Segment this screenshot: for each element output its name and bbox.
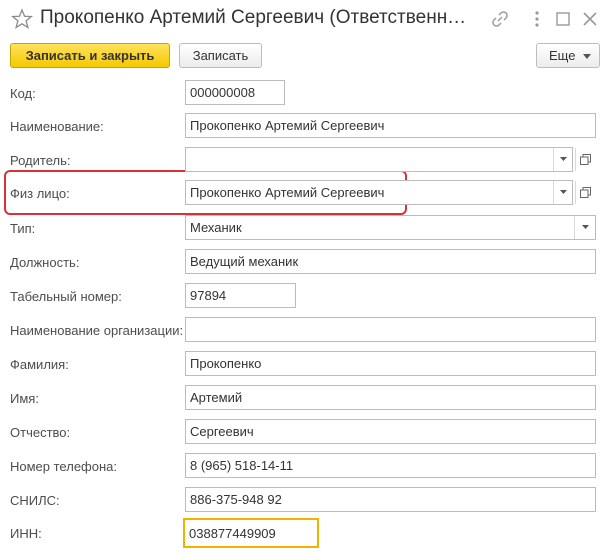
chevron-down-icon [559,157,567,161]
type-select[interactable]: Механик [185,215,596,240]
row-snils: СНИЛС: 886-375-948 92 [0,485,613,515]
favorite-star-icon[interactable] [11,8,33,30]
first-name-label: Имя: [10,391,39,406]
row-name: Наименование: Прокопенко Артемий Сергеев… [0,111,613,141]
patronymic-label: Отчество: [10,425,71,440]
row-org-name: Наименование организации: [0,315,613,345]
org-name-field[interactable] [185,317,596,342]
close-icon[interactable] [580,9,600,29]
position-label: Должность: [10,255,80,270]
tab-number-field[interactable]: 97894 [185,283,296,308]
more-button-label: Еще [549,48,576,63]
parent-field[interactable] [185,147,573,172]
more-actions-icon[interactable] [527,9,547,29]
save-and-close-button[interactable]: Записать и закрыть [10,43,170,68]
row-phone: Номер телефона: 8 (965) 518-14-11 [0,451,613,481]
position-field[interactable]: Ведущий механик [185,249,596,274]
org-name-label: Наименование организации: [10,323,184,338]
surname-field[interactable]: Прокопенко [185,351,596,376]
row-type: Тип: Механик [0,213,613,243]
parent-dropdown-button[interactable] [554,148,572,171]
name-label: Наименование: [10,119,104,134]
patronymic-field[interactable]: Сергеевич [185,419,596,444]
row-inn: ИНН: 038877449909 [0,518,613,548]
type-label: Тип: [10,221,36,236]
parent-open-button[interactable] [575,148,595,171]
row-person: Физ лицо: Прокопенко Артемий Сергеевич [0,178,613,208]
row-first-name: Имя: Артемий [0,383,613,413]
link-icon[interactable] [490,9,510,29]
person-open-button[interactable] [575,181,595,204]
surname-label: Фамилия: [10,357,69,372]
row-patronymic: Отчество: Сергеевич [0,417,613,447]
type-dropdown-button[interactable] [576,216,594,239]
title-bar: Прокопенко Артемий Сергеевич (Ответствен… [0,0,613,40]
phone-field[interactable]: 8 (965) 518-14-11 [185,453,596,478]
name-field[interactable]: Прокопенко Артемий Сергеевич [185,113,596,138]
maximize-icon[interactable] [553,9,573,29]
inn-label: ИНН: [10,526,42,541]
first-name-field[interactable]: Артемий [185,385,596,410]
row-surname: Фамилия: Прокопенко [0,349,613,379]
person-field[interactable]: Прокопенко Артемий Сергеевич [185,180,573,205]
code-label: Код: [10,86,36,101]
chevron-down-icon [581,225,589,229]
snils-field[interactable]: 886-375-948 92 [185,487,596,512]
separator [574,216,575,239]
code-field[interactable]: 000000008 [185,80,285,105]
row-position: Должность: Ведущий механик [0,247,613,277]
row-code: Код: 000000008 [0,78,613,108]
tab-number-label: Табельный номер: [10,289,122,304]
person-dropdown-button[interactable] [554,181,572,204]
phone-label: Номер телефона: [10,459,117,474]
save-button[interactable]: Записать [179,43,262,68]
chevron-down-icon [559,190,567,194]
window-title: Прокопенко Артемий Сергеевич (Ответствен… [40,7,467,28]
inn-field[interactable]: 038877449909 [183,518,319,548]
chevron-down-icon [583,54,591,59]
snils-label: СНИЛС: [10,493,60,508]
open-window-icon [580,187,591,198]
open-window-icon [580,154,591,165]
parent-label: Родитель: [10,153,71,168]
row-parent: Родитель: [0,145,613,175]
row-tab-number: Табельный номер: 97894 [0,281,613,311]
command-bar: Записать и закрыть Записать Еще [0,42,613,72]
more-button[interactable]: Еще [536,43,600,68]
person-label: Физ лицо: [10,186,70,201]
